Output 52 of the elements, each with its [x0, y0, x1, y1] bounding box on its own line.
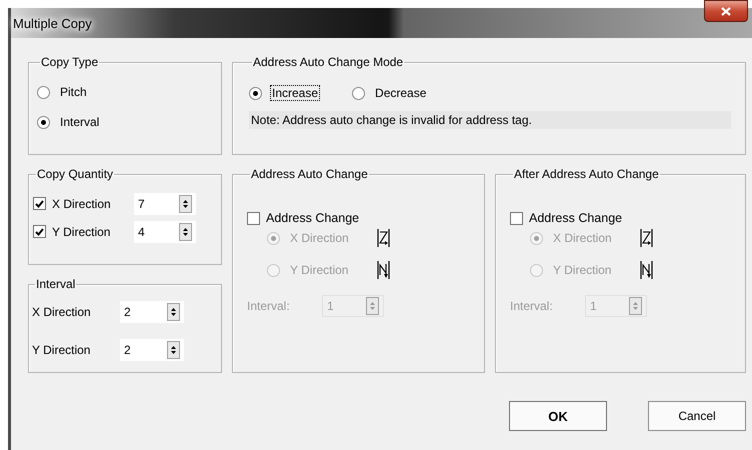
check-icon [35, 200, 44, 208]
checkbox-label[interactable]: Address Change [529, 211, 622, 225]
group-title: Address Auto Change [250, 167, 369, 181]
checkbox[interactable] [510, 212, 523, 224]
close-icon [721, 6, 731, 16]
checkbox[interactable] [247, 212, 260, 224]
z-arrow-icon [640, 229, 653, 247]
radio-label[interactable]: Increase [270, 85, 320, 101]
up-down-arrows-icon [181, 226, 190, 238]
n-arrow-icon [377, 261, 390, 279]
group-title: Address Auto Change Mode [252, 55, 404, 69]
up-down-arrows-icon [181, 198, 190, 210]
radio-label[interactable]: Interval [58, 114, 102, 130]
group-title: Copy Type [40, 55, 100, 69]
up-down-arrows-icon [631, 300, 640, 312]
ok-button[interactable]: OK [509, 401, 607, 431]
check-icon [35, 228, 44, 236]
spin-button[interactable] [179, 222, 192, 240]
up-down-arrows-icon [368, 300, 377, 312]
checkbox-label[interactable]: Address Change [266, 211, 360, 225]
checkbox-label[interactable]: Y Direction [52, 224, 134, 238]
checkbox-label[interactable]: X Direction [52, 196, 134, 210]
radio-button[interactable] [37, 86, 50, 98]
field-label: Interval: [247, 299, 291, 313]
up-down-arrows-icon [169, 344, 178, 356]
window-title: Multiple Copy [12, 16, 92, 30]
n-arrow-icon [640, 261, 653, 279]
spin-button[interactable] [167, 303, 180, 321]
checkbox[interactable] [33, 197, 46, 210]
cancel-button[interactable]: Cancel [648, 401, 746, 431]
number-field[interactable]: 2 [120, 301, 184, 323]
spin-button[interactable] [167, 341, 180, 359]
up-down-arrows-icon [169, 306, 178, 318]
field-label: X Direction [32, 305, 92, 319]
radio-button[interactable] [352, 86, 366, 100]
radio-label[interactable]: Decrease [373, 85, 428, 101]
field-label: Interval: [510, 299, 554, 313]
group-title: Copy Quantity [36, 167, 114, 181]
group-title: Interval [35, 277, 76, 291]
group-title: After Address Auto Change [513, 167, 660, 181]
close-button[interactable] [704, 0, 748, 22]
spin-button[interactable] [179, 194, 192, 212]
radio-label[interactable]: Pitch [58, 84, 89, 100]
radio-button[interactable] [37, 116, 50, 128]
z-arrow-icon [377, 229, 390, 247]
number-field[interactable]: 7 [134, 192, 196, 214]
number-field[interactable]: 2 [120, 339, 184, 361]
note-text: Note: Address auto change is invalid for address tag. [249, 111, 731, 129]
radio-button[interactable] [249, 86, 262, 100]
checkbox[interactable] [33, 225, 46, 238]
field-label: Y Direction [32, 343, 92, 357]
number-field[interactable]: 4 [134, 220, 196, 242]
